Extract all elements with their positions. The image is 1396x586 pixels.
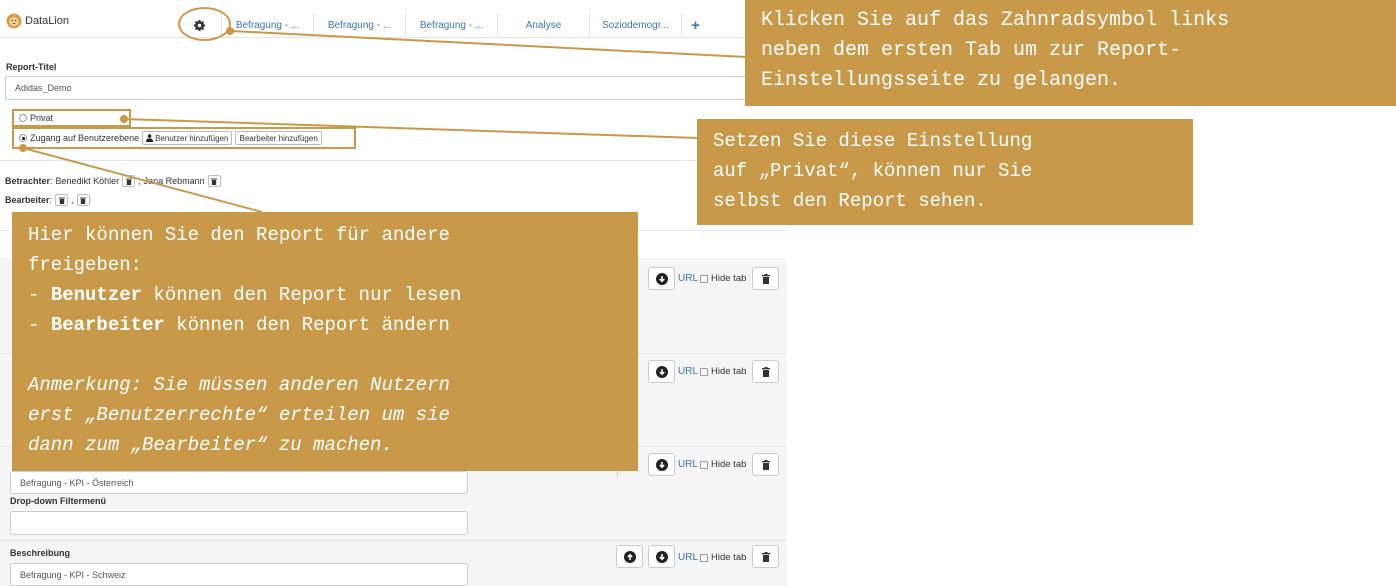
annotation-private-text: Setzen Sie diese Einstellung auf „Privat… xyxy=(713,130,1033,212)
annotation-sharing-intro: Hier können Sie den Report für andere fr… xyxy=(28,224,450,276)
connector-share xyxy=(22,147,263,213)
annotation-sharing-users: - Benutzer können den Report nur lesen xyxy=(28,280,638,310)
annotation-sharing-editors: - Bearbeiter können den Report ändern xyxy=(28,310,638,340)
editors-term: Bearbeiter xyxy=(50,314,165,336)
annotation-sharing: Hier können Sie den Report für andere fr… xyxy=(12,212,638,471)
user-level-highlight xyxy=(12,127,356,149)
bullet: - xyxy=(28,284,51,306)
users-term: Benutzer xyxy=(50,284,143,306)
private-highlight xyxy=(12,109,131,127)
connector-settings xyxy=(230,30,747,58)
bullet: - xyxy=(28,314,51,336)
gear-highlight xyxy=(178,7,231,41)
annotation-sharing-note: Anmerkung: Sie müssen anderen Nutzern er… xyxy=(28,374,450,456)
editors-desc: können den Report ändern xyxy=(164,314,450,336)
users-desc: können den Report nur lesen xyxy=(142,284,462,306)
annotation-private: Setzen Sie diese Einstellung auf „Privat… xyxy=(697,119,1193,225)
annotation-settings-text: Klicken Sie auf das Zahnradsymbol links … xyxy=(761,9,1230,92)
annotation-settings: Klicken Sie auf das Zahnradsymbol links … xyxy=(745,0,1396,106)
